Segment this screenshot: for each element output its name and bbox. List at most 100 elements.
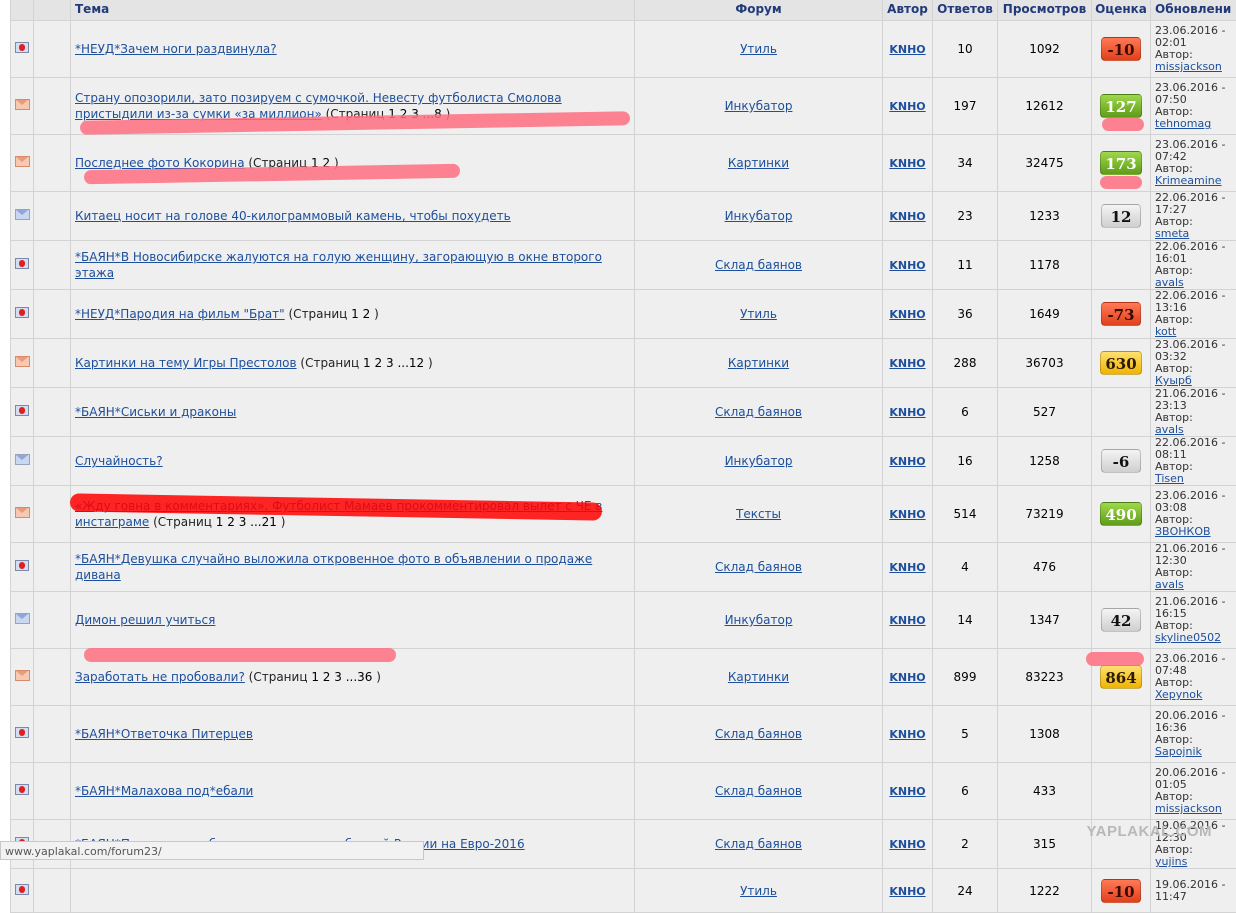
updated-author-link[interactable]: Куырб xyxy=(1155,374,1192,387)
updated-author-link[interactable]: Sapojnik xyxy=(1155,745,1202,758)
page-link[interactable]: 2 xyxy=(363,307,371,321)
forum-link[interactable]: Утиль xyxy=(740,42,777,56)
page-link[interactable]: 1 xyxy=(311,670,319,684)
author-link[interactable]: KNHO xyxy=(889,157,925,170)
author-link[interactable]: KNHO xyxy=(889,43,925,56)
forum-link[interactable]: Тексты xyxy=(736,507,781,521)
forum-link[interactable]: Инкубатор xyxy=(725,99,793,113)
author-link[interactable]: KNHO xyxy=(889,785,925,798)
topic-link[interactable]: *БАЯН*В Новосибирске жалуются на голую ж… xyxy=(75,250,602,280)
updated-author-link[interactable]: kott xyxy=(1155,325,1176,338)
page-link[interactable]: 2 xyxy=(400,107,408,121)
page-link[interactable]: 3 xyxy=(239,515,247,529)
page-link[interactable]: 1 xyxy=(351,307,359,321)
topic-link[interactable]: Заработать не пробовали? xyxy=(75,670,245,684)
header-views[interactable]: Просмотров xyxy=(998,0,1092,21)
forum-link[interactable]: Склад баянов xyxy=(715,258,802,272)
page-link[interactable]: ...21 xyxy=(250,515,277,529)
updated-author-link[interactable]: Krimeamine xyxy=(1155,174,1222,187)
topic-link[interactable]: Последнее фото Кокорина xyxy=(75,156,245,170)
author-link[interactable]: KNHO xyxy=(889,455,925,468)
page-link[interactable]: 1 xyxy=(311,156,319,170)
updated-author-link[interactable]: missjackson xyxy=(1155,802,1222,815)
page-link[interactable]: 2 xyxy=(323,156,331,170)
header-forum[interactable]: Форум xyxy=(635,0,883,21)
author-link[interactable]: KNHO xyxy=(889,210,925,223)
forum-link[interactable]: Склад баянов xyxy=(715,727,802,741)
page-link[interactable]: 3 xyxy=(334,670,342,684)
author-link[interactable]: KNHO xyxy=(889,728,925,741)
topic-link[interactable]: Китаец носит на голове 40-килограммовый … xyxy=(75,209,511,223)
author-link[interactable]: KNHO xyxy=(889,357,925,370)
page-link[interactable]: ...8 xyxy=(423,107,442,121)
page-link[interactable]: 1 xyxy=(363,356,371,370)
topic-extra-cell xyxy=(34,339,71,388)
updated-author-link[interactable]: Xepynok xyxy=(1155,688,1202,701)
author-link[interactable]: KNHO xyxy=(889,671,925,684)
page-link[interactable]: 2 xyxy=(323,670,331,684)
forum-link[interactable]: Утиль xyxy=(740,884,777,898)
forum-link[interactable]: Склад баянов xyxy=(715,560,802,574)
author-link[interactable]: KNHO xyxy=(889,259,925,272)
updated-author-link[interactable]: avals xyxy=(1155,578,1184,591)
forum-link[interactable]: Инкубатор xyxy=(725,613,793,627)
header-rating[interactable]: Оценка xyxy=(1092,0,1151,21)
topic-link[interactable]: *БАЯН*Девушка случайно выложила откровен… xyxy=(75,552,592,582)
updated-author-link[interactable]: skyline0502 xyxy=(1155,631,1221,644)
topic-extra-cell xyxy=(34,388,71,437)
updated-author-link[interactable]: tehnomag xyxy=(1155,117,1211,130)
header-topic[interactable]: Тема xyxy=(71,0,635,21)
topic-link[interactable]: *НЕУД*Пародия на фильм "Брат" xyxy=(75,307,285,321)
author-cell: KNHO xyxy=(883,241,933,290)
topic-link[interactable]: *БАЯН*Малахова под*ебали xyxy=(75,784,253,798)
topic-link[interactable]: Картинки на тему Игры Престолов xyxy=(75,356,297,370)
author-link[interactable]: KNHO xyxy=(889,614,925,627)
views-count: 433 xyxy=(998,763,1092,820)
author-link[interactable]: KNHO xyxy=(889,406,925,419)
header-author[interactable]: Автор xyxy=(883,0,933,21)
updated-author-link[interactable]: avals xyxy=(1155,423,1184,436)
updated-author-link[interactable]: missjackson xyxy=(1155,60,1222,73)
page-link[interactable]: 1 xyxy=(216,515,224,529)
author-link[interactable]: KNHO xyxy=(889,100,925,113)
page-link[interactable]: 2 xyxy=(227,515,235,529)
updated-author-link[interactable]: Tisen xyxy=(1155,472,1184,485)
forum-link[interactable]: Инкубатор xyxy=(725,209,793,223)
forum-link[interactable]: Инкубатор xyxy=(725,454,793,468)
author-link[interactable]: KNHO xyxy=(889,885,925,898)
topic-link[interactable]: *НЕУД*Зачем ноги раздвинула? xyxy=(75,42,277,56)
page-link[interactable]: 1 xyxy=(388,107,396,121)
topic-status-cell xyxy=(11,592,34,649)
envelope-hot-icon xyxy=(15,99,30,110)
forum-link[interactable]: Картинки xyxy=(728,670,789,684)
author-link[interactable]: KNHO xyxy=(889,308,925,321)
page-link[interactable]: 3 xyxy=(411,107,419,121)
page-link[interactable]: ...36 xyxy=(346,670,373,684)
page-link[interactable]: 3 xyxy=(386,356,394,370)
page-link[interactable]: 2 xyxy=(375,356,383,370)
topic-cell: Димон решил учиться xyxy=(71,592,635,649)
forum-link[interactable]: Склад баянов xyxy=(715,405,802,419)
forum-link[interactable]: Картинки xyxy=(728,156,789,170)
author-link[interactable]: KNHO xyxy=(889,561,925,574)
updated-author-link[interactable]: avals xyxy=(1155,276,1184,289)
topic-link[interactable]: Димон решил учиться xyxy=(75,613,215,627)
forum-link[interactable]: Склад баянов xyxy=(715,837,802,851)
topic-cell: Последнее фото Кокорина (Страниц 1 2 ) xyxy=(71,135,635,192)
updated-cell: 22.06.2016 -08:11Автор:Tisen xyxy=(1151,437,1236,486)
updated-author-link[interactable]: ЗВОНКОВ xyxy=(1155,525,1211,538)
author-cell: KNHO xyxy=(883,21,933,78)
forum-link[interactable]: Утиль xyxy=(740,307,777,321)
topic-link[interactable]: *БАЯН*Сиськи и драконы xyxy=(75,405,236,419)
page-link[interactable]: ...12 xyxy=(397,356,424,370)
forum-link[interactable]: Картинки xyxy=(728,356,789,370)
topic-link[interactable]: Страну опозорили, зато позируем с сумочк… xyxy=(75,91,562,121)
updated-author-link[interactable]: smeta xyxy=(1155,227,1189,240)
topic-link[interactable]: Случайность? xyxy=(75,454,163,468)
topic-link[interactable]: *БАЯН*Ответочка Питерцев xyxy=(75,727,253,741)
forum-link[interactable]: Склад баянов xyxy=(715,784,802,798)
header-replies[interactable]: Ответов xyxy=(933,0,998,21)
author-link[interactable]: KNHO xyxy=(889,508,925,521)
author-link[interactable]: KNHO xyxy=(889,838,925,851)
header-updated[interactable]: Обновлени xyxy=(1151,0,1236,21)
